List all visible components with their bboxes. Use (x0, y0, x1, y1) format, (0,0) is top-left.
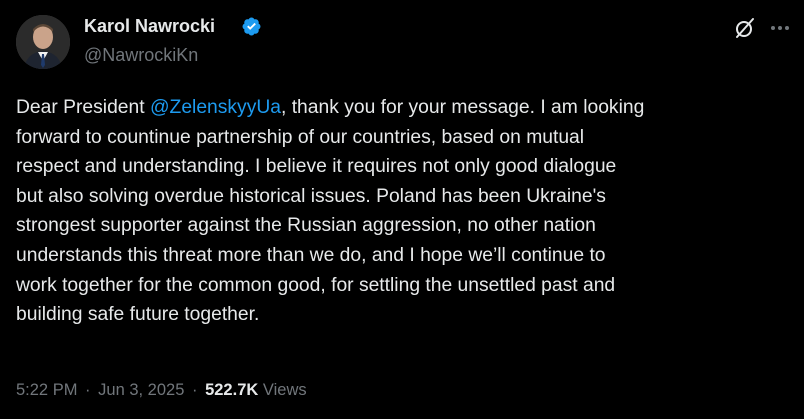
tweet-time[interactable]: 5:22 PM (16, 381, 77, 399)
author-name[interactable]: Karol Nawrocki (84, 14, 215, 38)
views-label: Views (262, 381, 307, 399)
meta-separator: · (85, 381, 91, 399)
meta-separator: · (191, 381, 198, 399)
tweet-date[interactable]: Jun 3, 2025 (98, 381, 184, 399)
tweet-text: Dear President @ZelenskyyUa, thank you f… (16, 93, 796, 330)
tweet-meta: 5:22 PM · Jun 3, 2025 · 522.7K Views (16, 378, 307, 402)
avatar[interactable] (16, 15, 70, 69)
more-options-icon[interactable] (769, 17, 791, 39)
author-handle[interactable]: @NawrockiKn (84, 43, 198, 67)
verified-badge-icon (242, 17, 261, 36)
tweet-text-start: Dear President (16, 97, 150, 118)
grok-icon[interactable] (733, 16, 757, 40)
mention-link[interactable]: @ZelenskyyUa (150, 97, 281, 118)
tweet: Karol Nawrocki @NawrockiKn Dear Presiden… (0, 0, 804, 419)
tweet-text-rest: , thank you for your message. I am looki… (16, 97, 645, 326)
views-count[interactable]: 522.7K (205, 381, 258, 399)
